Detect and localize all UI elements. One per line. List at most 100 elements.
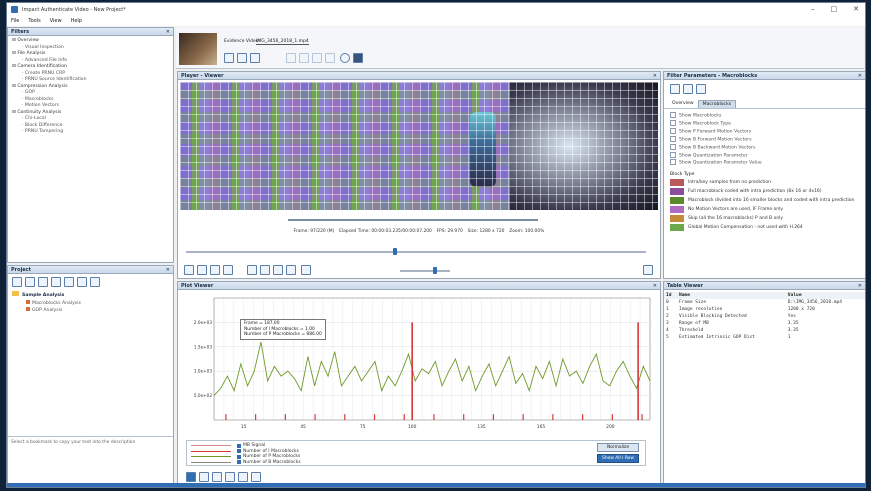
menu-tools[interactable]: Tools bbox=[28, 18, 40, 24]
menu-view[interactable]: View bbox=[50, 18, 62, 24]
color-swatch[interactable] bbox=[670, 206, 684, 214]
maximize-icon[interactable]: □ bbox=[831, 5, 838, 13]
legend-item: Number of B Macroblocks bbox=[191, 460, 641, 466]
info-icon[interactable] bbox=[339, 53, 350, 63]
seek-knob[interactable] bbox=[393, 248, 397, 255]
table-row[interactable]: 4 Threshold 3.35 bbox=[664, 327, 865, 334]
search-icon[interactable] bbox=[38, 277, 48, 287]
frame-readout: Frame: 97/220 (M) bbox=[293, 229, 335, 234]
frame-scrub-track[interactable] bbox=[288, 219, 538, 221]
volume-slider[interactable] bbox=[400, 270, 450, 272]
chart-icon[interactable] bbox=[186, 472, 196, 482]
table-row[interactable]: 1 Image resolution 1280 x 720 bbox=[664, 306, 865, 313]
open-icon[interactable] bbox=[224, 53, 234, 63]
col-value[interactable]: Value bbox=[785, 292, 865, 299]
tab-macroblocks[interactable]: Macroblocks bbox=[697, 100, 737, 108]
color-swatch[interactable] bbox=[670, 179, 684, 187]
refresh-icon[interactable] bbox=[696, 84, 706, 94]
volume-knob[interactable] bbox=[432, 267, 437, 274]
filter-option-checkbox[interactable]: Show Quantization Parameter Value bbox=[670, 159, 859, 167]
new-bookmark-icon[interactable] bbox=[12, 277, 22, 287]
prev-frame-icon[interactable] bbox=[210, 265, 220, 275]
seek-slider[interactable] bbox=[186, 251, 646, 253]
volume-icon[interactable] bbox=[300, 265, 311, 275]
minimize-icon[interactable]: – bbox=[811, 5, 815, 13]
tool-icon[interactable] bbox=[286, 53, 297, 63]
zoom-in-icon[interactable] bbox=[212, 472, 222, 482]
save-icon[interactable] bbox=[77, 277, 87, 287]
filter-params-header: Filter Parameters - Macroblocks ✕ bbox=[664, 72, 865, 80]
table-cell: Image resolution bbox=[679, 307, 723, 312]
zoom-fit-icon[interactable] bbox=[273, 265, 284, 275]
playback-controls bbox=[184, 265, 314, 277]
tool-icon[interactable] bbox=[325, 53, 336, 63]
report-icon[interactable] bbox=[51, 277, 61, 287]
folder-icon bbox=[12, 291, 19, 296]
y-tick-label: 2.0e+03 bbox=[194, 320, 212, 325]
menu-file[interactable]: File bbox=[11, 18, 19, 24]
close-icon[interactable]: ✕ bbox=[166, 266, 170, 274]
player-panel: Player - Viewer ✕ Frame: 97/220 (M) Elaps… bbox=[177, 71, 661, 279]
col-id[interactable]: Id bbox=[664, 292, 677, 299]
color-swatch[interactable] bbox=[670, 188, 684, 196]
play-icon[interactable] bbox=[184, 265, 194, 275]
project-item-gop[interactable]: GOP Analysis bbox=[12, 307, 169, 315]
filter-option-checkbox[interactable]: Show Macroblock Type bbox=[670, 120, 859, 128]
zoom-in-icon[interactable] bbox=[247, 265, 258, 275]
folder-icon[interactable] bbox=[64, 277, 74, 287]
zoom-out-icon[interactable] bbox=[260, 265, 271, 275]
tab-overview[interactable]: Overview bbox=[668, 100, 698, 108]
normalize-button[interactable]: Normalize bbox=[597, 443, 639, 452]
properties-table: Id Name Value 0 Frame Size D:\IMG_3456_201… bbox=[664, 292, 865, 341]
close-icon[interactable]: ✕ bbox=[858, 282, 862, 290]
back-icon[interactable] bbox=[670, 84, 680, 94]
filter-option-checkbox[interactable]: Show Macroblocks bbox=[670, 112, 859, 120]
video-frame[interactable] bbox=[180, 82, 658, 210]
tool-icon[interactable] bbox=[299, 53, 310, 63]
cursor-icon[interactable] bbox=[199, 472, 209, 482]
block-type-item: Skip (all the 16 macroblocks) P and B on… bbox=[668, 214, 861, 223]
export-icon[interactable] bbox=[90, 277, 100, 287]
zoom-out-icon[interactable] bbox=[225, 472, 235, 482]
stop-icon[interactable] bbox=[197, 265, 207, 275]
macroblock-chart[interactable]: 2.0e+03 1.5e+03 1.0e+03 5.0e+02 15 45 75 100 135… bbox=[180, 292, 658, 438]
table-row[interactable]: 2 Visible Blocking Detected Yes bbox=[664, 313, 865, 320]
evidence-file[interactable]: IMG_3456_2018_1.mp4 bbox=[256, 39, 309, 45]
export-icon[interactable] bbox=[250, 53, 260, 63]
project-item-sample-analysis[interactable]: Sample Analysis bbox=[12, 291, 169, 300]
tool-icon[interactable] bbox=[312, 53, 323, 63]
table-row[interactable]: 5 Estimated Intrinsic GOP Dist 1 bbox=[664, 334, 865, 341]
filter-option-checkbox[interactable]: Show Quantization Parameter bbox=[670, 152, 859, 160]
zoom-reset-icon[interactable] bbox=[286, 265, 297, 275]
bookmark-icon[interactable] bbox=[25, 277, 35, 287]
color-swatch[interactable] bbox=[670, 224, 684, 232]
menu-help[interactable]: Help bbox=[71, 18, 82, 24]
menu-bar: File Tools View Help bbox=[7, 16, 865, 26]
show-all-button[interactable]: Show All I Row bbox=[597, 454, 639, 463]
table-row[interactable]: 3 Range of MB 3.35 bbox=[664, 320, 865, 327]
list-icon[interactable] bbox=[683, 84, 693, 94]
zoom-fit-icon[interactable] bbox=[238, 472, 248, 482]
evidence-thumbnail[interactable] bbox=[179, 33, 217, 65]
snapshot-icon[interactable] bbox=[643, 265, 653, 275]
filter-item[interactable]: · PRNU Tampering bbox=[8, 129, 173, 136]
tools-icon[interactable] bbox=[352, 53, 363, 63]
table-row[interactable]: 0 Frame Size D:\IMG_3456_2018.mp4 bbox=[664, 299, 865, 306]
export-chart-icon[interactable] bbox=[251, 472, 261, 482]
close-icon[interactable]: ✕ bbox=[653, 282, 657, 290]
col-name[interactable]: Name bbox=[677, 292, 786, 299]
project-item-macroblocks[interactable]: Macroblocks Analysis bbox=[12, 299, 169, 308]
filter-option-checkbox[interactable]: Show B Forward Motion Vectors bbox=[670, 136, 859, 144]
close-icon[interactable]: ✕ bbox=[853, 5, 859, 13]
close-icon[interactable]: ✕ bbox=[166, 28, 170, 36]
project-description: Select a bookmark to copy your text into… bbox=[8, 436, 173, 448]
filter-option-checkbox[interactable]: Show B Backward Motion Vectors bbox=[670, 144, 859, 152]
add-icon[interactable] bbox=[237, 53, 247, 63]
color-swatch[interactable] bbox=[670, 215, 684, 223]
status-bar bbox=[7, 483, 865, 487]
color-swatch[interactable] bbox=[670, 197, 684, 205]
close-icon[interactable]: ✕ bbox=[653, 72, 657, 80]
close-icon[interactable]: ✕ bbox=[858, 72, 862, 80]
filter-option-checkbox[interactable]: Show P Forward Motion Vectors bbox=[670, 128, 859, 136]
next-frame-icon[interactable] bbox=[223, 265, 233, 275]
